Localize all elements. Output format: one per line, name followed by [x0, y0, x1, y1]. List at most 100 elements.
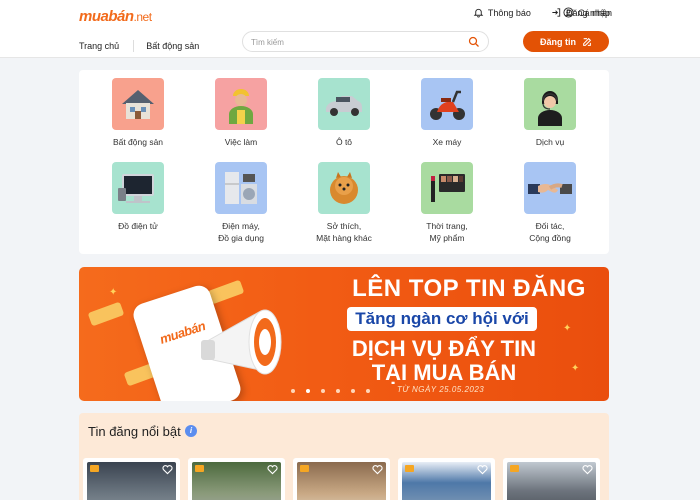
category-fashion[interactable]: Thời trang, Mỹ phẩm	[396, 162, 498, 244]
category-label-line2: Đồ gia dụng	[218, 233, 264, 243]
bell-icon	[473, 8, 484, 18]
category-cars[interactable]: Ô tô	[293, 78, 395, 148]
category-label: Đối tác, Cộng đồng	[499, 220, 601, 244]
category-label: Điện máy, Đồ gia dụng	[190, 220, 292, 244]
coin-decoration	[207, 279, 245, 305]
dog-icon	[330, 172, 358, 204]
listing-image	[297, 462, 386, 500]
category-tile	[112, 78, 164, 130]
listing-card[interactable]	[83, 458, 180, 500]
category-panel: Bất động sản Việc làm Ô tô Xe máy Dịch v…	[79, 70, 609, 254]
category-tile	[318, 78, 370, 130]
site-logo[interactable]: muabán.net	[79, 8, 152, 25]
heart-icon[interactable]	[162, 464, 173, 475]
category-tile	[524, 78, 576, 130]
star-icon: ✦	[563, 323, 572, 334]
category-label-line1: Đối tác,	[535, 221, 565, 231]
carousel-dot[interactable]	[351, 389, 355, 393]
worker-icon	[229, 89, 253, 124]
info-icon[interactable]: i	[185, 425, 197, 437]
category-label-line2: Mặt hàng khác	[316, 233, 372, 243]
user-icon	[563, 7, 574, 18]
house-icon	[122, 90, 154, 119]
category-label: Việc làm	[224, 137, 258, 147]
category-label: Đồ điện tử	[118, 221, 158, 231]
category-tile	[421, 162, 473, 214]
support-agent-icon	[538, 91, 562, 126]
edit-icon	[583, 37, 592, 46]
heart-icon[interactable]	[477, 464, 488, 475]
heart-icon[interactable]	[582, 464, 593, 475]
category-electronics[interactable]: Đồ điện tử	[87, 162, 189, 232]
profile-label: Cá nhân	[578, 7, 613, 18]
featured-listings: Tin đăng nổi bật i	[79, 413, 609, 500]
listing-card[interactable]	[503, 458, 600, 500]
listing-image	[192, 462, 281, 500]
cosmetics-icon	[431, 174, 465, 202]
banner-subtitle: Tăng ngàn cơ hội với	[347, 307, 537, 331]
listing-card[interactable]	[293, 458, 390, 500]
logo-brand: muabán	[79, 8, 134, 25]
star-icon: ✦	[571, 363, 580, 374]
vip-badge	[90, 465, 99, 472]
handshake-icon	[528, 183, 572, 194]
category-jobs[interactable]: Việc làm	[190, 78, 292, 148]
banner-title: LÊN TOP TIN ĐĂNG	[352, 275, 586, 302]
category-real-estate[interactable]: Bất động sản	[87, 78, 189, 148]
nav-home[interactable]: Trang chủ	[79, 41, 119, 51]
listing-card[interactable]	[188, 458, 285, 500]
listing-image	[507, 462, 596, 500]
banner-headline-line1: DỊCH VỤ ĐẨY TIN	[351, 336, 537, 361]
category-label: Xe máy	[432, 137, 462, 147]
carousel-dot[interactable]	[321, 389, 325, 393]
category-appliances[interactable]: Điện máy, Đồ gia dụng	[190, 162, 292, 244]
carousel-dot[interactable]	[336, 389, 340, 393]
post-listing-button[interactable]: Đăng tin	[523, 31, 609, 52]
category-label: Thời trang, Mỹ phẩm	[396, 220, 498, 244]
carousel-dot-active[interactable]	[306, 389, 310, 393]
vip-badge	[195, 465, 204, 472]
category-label-line2: Mỹ phẩm	[429, 233, 465, 243]
listing-card[interactable]	[398, 458, 495, 500]
search-input[interactable]	[251, 36, 461, 48]
scooter-icon	[430, 90, 465, 120]
carousel-dot[interactable]	[291, 389, 295, 393]
heart-icon[interactable]	[267, 464, 278, 475]
category-tile	[318, 162, 370, 214]
heart-icon[interactable]	[372, 464, 383, 475]
carousel-dot[interactable]	[366, 389, 370, 393]
promo-banner[interactable]: ✦ ✦ ✦ muabán LÊN TOP TIN ĐĂNG Tăng ngàn …	[79, 267, 609, 401]
appliances-icon	[225, 172, 257, 204]
category-partners[interactable]: Đối tác, Cộng đồng	[499, 162, 601, 244]
nav-real-estate[interactable]: Bất động sản	[146, 41, 199, 51]
car-icon	[326, 96, 362, 116]
category-label-line2: Cộng đồng	[529, 233, 571, 243]
computer-icon	[118, 174, 154, 203]
notifications-link[interactable]: Thông báo	[473, 7, 531, 18]
vip-badge	[405, 465, 414, 472]
vip-badge	[510, 465, 519, 472]
category-label-line1: Sở thích,	[326, 221, 362, 231]
category-tile	[215, 162, 267, 214]
header: muabán.net Thông báo Đăng nhập Cá nhân T…	[0, 0, 700, 58]
vip-badge	[300, 465, 309, 472]
category-tile	[112, 162, 164, 214]
category-label: Dịch vụ	[535, 137, 565, 147]
megaphone-icon	[201, 309, 282, 375]
profile-link[interactable]: Cá nhân	[563, 7, 612, 18]
login-icon	[552, 8, 561, 17]
featured-title: Tin đăng nổi bật	[88, 424, 181, 439]
coin-decoration	[87, 301, 125, 327]
category-label-line1: Điện máy,	[222, 221, 260, 231]
search-icon[interactable]	[468, 36, 480, 48]
category-tile	[524, 162, 576, 214]
search-box	[242, 31, 489, 52]
banner-headline-line2: TẠI MUA BÁN	[371, 360, 517, 385]
category-label: Sở thích, Mặt hàng khác	[293, 220, 395, 244]
category-services[interactable]: Dịch vụ	[499, 78, 601, 148]
category-motorbikes[interactable]: Xe máy	[396, 78, 498, 148]
carousel-dots	[291, 389, 370, 393]
category-hobbies[interactable]: Sở thích, Mặt hàng khác	[293, 162, 395, 244]
logo-tld: .net	[133, 10, 153, 24]
category-tile	[215, 78, 267, 130]
